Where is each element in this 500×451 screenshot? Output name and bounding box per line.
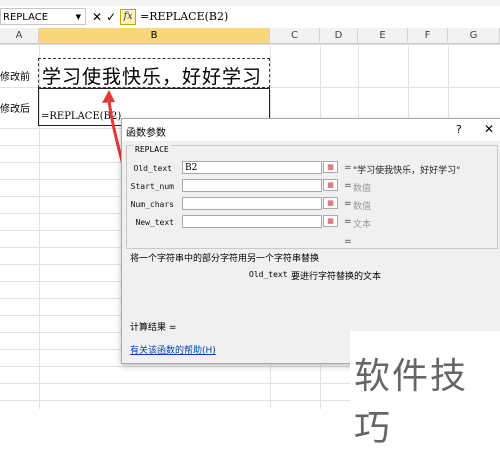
function-help-link[interactable]: 有关该函数的帮助(H) <box>130 343 216 356</box>
cell-a2[interactable]: 修改前 <box>0 68 30 83</box>
insert-function-icon[interactable]: fx <box>120 9 137 25</box>
cell-b2-copy-border[interactable]: 学习使我快乐，好好学习 <box>38 58 270 88</box>
arg-help-name: Old_text <box>249 270 288 279</box>
arg-equals: = <box>344 199 352 209</box>
arg-equals: = <box>344 181 352 191</box>
help-icon[interactable]: ? <box>456 123 462 136</box>
formula-tools: ✕ ✓ fx <box>92 9 137 25</box>
arg-label-new-text: New_text <box>135 218 174 227</box>
arrow-head <box>102 90 115 103</box>
arg-equals: = <box>344 217 352 227</box>
name-box[interactable]: REPLACE ▼ <box>0 8 86 25</box>
column-header-a[interactable]: A <box>0 28 39 44</box>
enter-icon[interactable]: ✓ <box>106 10 116 24</box>
num-chars-field[interactable] <box>182 197 322 210</box>
chevron-down-icon[interactable]: ▼ <box>76 9 81 26</box>
function-arguments-dialog: 函数参数 ? ✕ REPLACE Old_text B2 ▦ = "学习使我快乐… <box>121 118 500 364</box>
range-select-icon[interactable]: ▦ <box>323 197 338 209</box>
arg-help-text: 要进行字符替换的文本 <box>291 272 382 282</box>
arg-label-old-text: Old_text <box>133 164 172 173</box>
formula-bar: REPLACE ▼ ✕ ✓ fx =REPLACE(B2) <box>0 6 500 29</box>
new-text-result: 文本 <box>353 220 372 230</box>
start-num-result: 数值 <box>353 184 372 194</box>
old-text-field[interactable]: B2 <box>182 161 322 174</box>
dialog-title: 函数参数 <box>126 128 166 139</box>
range-select-icon[interactable]: ▦ <box>323 161 338 173</box>
cancel-icon[interactable]: ✕ <box>92 10 102 24</box>
cell-a3[interactable]: 修改后 <box>0 100 30 115</box>
function-name: REPLACE <box>133 145 171 154</box>
calc-result-label: 计算结果 = <box>130 323 177 333</box>
new-text-field[interactable] <box>182 215 322 228</box>
arg-label-start-num: Start_num <box>130 182 174 191</box>
name-box-value: REPLACE <box>3 12 49 23</box>
formula-input[interactable]: =REPLACE(B2) <box>140 8 228 25</box>
watermark-text: 软件技巧 <box>354 356 469 449</box>
formula-result-equals: = <box>344 237 352 247</box>
column-header-b[interactable]: B <box>39 28 270 44</box>
old-text-result: "学习使我快乐，好好学习" <box>353 166 461 176</box>
column-header-c[interactable]: C <box>270 28 320 44</box>
start-num-field[interactable] <box>182 179 322 192</box>
dialog-title-bar[interactable]: 函数参数 ? ✕ <box>122 119 500 141</box>
arg-equals: = <box>344 163 352 173</box>
column-header-g[interactable]: G <box>448 28 500 44</box>
watermark: 软件技巧 <box>350 331 500 449</box>
range-select-icon[interactable]: ▦ <box>323 215 338 227</box>
column-header-d[interactable]: D <box>320 28 358 44</box>
function-description: 将一个字符串中的部分字符用另一个字符串替换 <box>130 254 320 264</box>
cell-b2: 学习使我快乐，好好学习 <box>42 66 263 88</box>
column-header-e[interactable]: E <box>358 28 408 44</box>
close-icon[interactable]: ✕ <box>484 122 494 136</box>
column-header-f[interactable]: F <box>408 28 448 44</box>
num-chars-result: 数值 <box>353 202 372 212</box>
arg-label-num-chars: Num_chars <box>130 200 174 209</box>
range-select-icon[interactable]: ▦ <box>323 179 338 191</box>
